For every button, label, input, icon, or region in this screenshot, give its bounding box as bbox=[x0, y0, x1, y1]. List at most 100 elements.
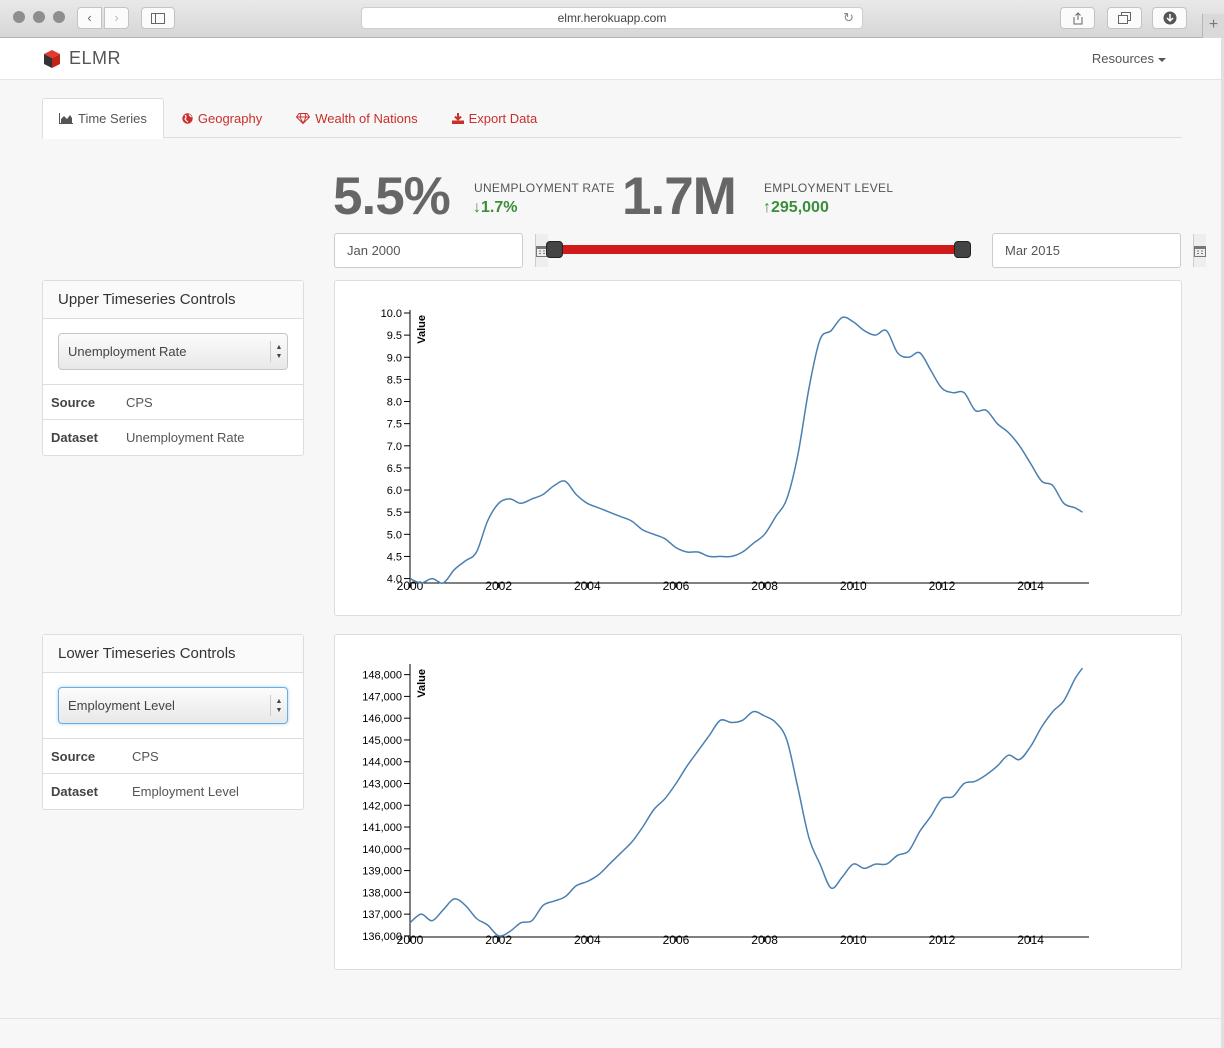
y-tick-label: 145,000 bbox=[362, 735, 402, 747]
x-tick-label: 2006 bbox=[663, 933, 690, 947]
cube-logo-icon bbox=[44, 49, 60, 68]
upper-controls-body: Unemployment Rate ▲ ▼ bbox=[43, 319, 303, 385]
dataset-key: Dataset bbox=[51, 784, 98, 799]
y-tick-label: 9.0 bbox=[387, 352, 402, 364]
upper-chart-card: 4.0 4.5 5.0 5.5 6.0 6.5 7.0 7.5 8.0 8.5 9.0 9.5 10.0… bbox=[334, 280, 1182, 616]
employment-level-value: 1.7M bbox=[622, 167, 737, 226]
chevron-right-icon: › bbox=[114, 10, 119, 25]
end-date-input[interactable] bbox=[993, 234, 1193, 267]
source-key: Source bbox=[51, 394, 96, 410]
upper-controls-panel: Upper Timeseries Controls Unemployment R… bbox=[42, 280, 304, 456]
x-tick-label: 2004 bbox=[574, 933, 601, 947]
share-button[interactable] bbox=[1060, 7, 1095, 29]
employment-level-label: EMPLOYMENT LEVEL bbox=[764, 181, 894, 195]
x-tick-label: 2008 bbox=[751, 579, 778, 593]
y-tick-label: 6.5 bbox=[387, 463, 402, 475]
tab-time-series[interactable]: Time Series bbox=[42, 98, 164, 139]
resources-dropdown[interactable]: Resources bbox=[1092, 51, 1166, 66]
date-range-slider[interactable] bbox=[554, 245, 962, 254]
y-tick-label: 9.5 bbox=[387, 330, 402, 342]
tabs-icon bbox=[1118, 12, 1131, 24]
unemployment-rate-value: 5.5% bbox=[333, 167, 451, 226]
y-tick-label: 7.0 bbox=[387, 441, 402, 453]
lower-controls-title: Lower Timeseries Controls bbox=[43, 635, 303, 673]
caret-down-icon bbox=[1158, 57, 1166, 62]
sidebar-toggle-button[interactable] bbox=[141, 7, 175, 29]
brand-link[interactable]: ELMR bbox=[43, 48, 121, 69]
tab-geography[interactable]: Geography bbox=[166, 98, 278, 138]
source-value: CPS bbox=[126, 394, 153, 410]
x-tick-label: 2012 bbox=[929, 579, 956, 593]
dataset-value: Unemployment Rate bbox=[126, 430, 245, 445]
select-arrows-icon: ▲ ▼ bbox=[270, 341, 287, 362]
lower-series-selected: Employment Level bbox=[68, 698, 175, 713]
y-tick-label: 8.5 bbox=[387, 374, 402, 386]
dataset-value: Employment Level bbox=[132, 784, 239, 799]
lower-controls-body: Employment Level ▲ ▼ bbox=[43, 673, 303, 739]
y-tick-label: 6.0 bbox=[387, 485, 402, 497]
sidebar-icon bbox=[151, 13, 165, 24]
x-tick-label: 2000 bbox=[397, 933, 424, 947]
x-tick-label: 2010 bbox=[840, 579, 867, 593]
slider-end-handle[interactable] bbox=[954, 241, 971, 258]
y-tick-label: 138,000 bbox=[362, 887, 402, 899]
address-bar[interactable]: elmr.herokuapp.com ↻ bbox=[361, 7, 863, 29]
tab-export-data[interactable]: Export Data bbox=[436, 98, 554, 138]
end-date-picker bbox=[992, 233, 1206, 268]
employment-change-value: 295,000 bbox=[771, 199, 829, 216]
minimize-window-button[interactable] bbox=[33, 11, 45, 23]
unemployment-rate-label: UNEMPLOYMENT RATE bbox=[474, 181, 615, 195]
y-tick-label: 139,000 bbox=[362, 866, 402, 878]
calendar-icon bbox=[1194, 245, 1206, 257]
y-tick-label: 144,000 bbox=[362, 757, 402, 769]
back-button[interactable]: ‹ bbox=[77, 7, 102, 29]
tabs-overview-button[interactable] bbox=[1107, 7, 1142, 29]
start-date-input[interactable] bbox=[335, 234, 535, 267]
globe-icon bbox=[182, 112, 193, 124]
x-tick-label: 2014 bbox=[1017, 933, 1044, 947]
new-tab-button[interactable]: + bbox=[1202, 14, 1224, 38]
lower-chart-card: 136,000 137,000 138,000 139,000 140,000 141,0… bbox=[334, 634, 1182, 970]
select-arrows-icon: ▲ ▼ bbox=[270, 695, 287, 716]
slider-start-handle[interactable] bbox=[546, 241, 563, 258]
footer-divider bbox=[0, 1018, 1221, 1019]
download-icon bbox=[451, 112, 464, 124]
forward-button[interactable]: › bbox=[104, 7, 129, 29]
tab-label: Time Series bbox=[78, 111, 147, 126]
y-tick-label: 141,000 bbox=[362, 822, 402, 834]
zoom-window-button[interactable] bbox=[53, 11, 65, 23]
y-tick-label: 10.0 bbox=[381, 308, 402, 320]
y-tick-label: 5.0 bbox=[387, 529, 402, 541]
dataset-key: Dataset bbox=[51, 430, 98, 445]
y-axis-label: Value bbox=[416, 315, 428, 344]
x-tick-label: 2002 bbox=[485, 933, 512, 947]
url-text: elmr.herokuapp.com bbox=[557, 11, 667, 25]
y-tick-label: 8.0 bbox=[387, 397, 402, 409]
tab-bar: Time Series Geography Wealth of Nations … bbox=[42, 98, 1182, 139]
source-value: CPS bbox=[132, 748, 159, 764]
series-line bbox=[409, 316, 1083, 584]
y-tick-label: 146,000 bbox=[362, 713, 402, 725]
y-tick-label: 4.5 bbox=[387, 551, 402, 563]
chevron-left-icon: ‹ bbox=[87, 10, 92, 25]
tab-label: Export Data bbox=[468, 110, 538, 126]
browser-toolbar: ‹ › elmr.herokuapp.com ↻ + bbox=[0, 0, 1224, 38]
y-tick-label: 140,000 bbox=[362, 844, 402, 856]
x-tick-label: 2000 bbox=[397, 579, 424, 593]
close-window-button[interactable] bbox=[13, 11, 25, 23]
y-tick-label: 148,000 bbox=[362, 670, 402, 682]
arrow-up-icon: ↑ bbox=[763, 199, 771, 216]
tab-wealth-of-nations[interactable]: Wealth of Nations bbox=[280, 98, 433, 138]
downloads-button[interactable] bbox=[1152, 7, 1187, 29]
tab-label: Geography bbox=[197, 110, 263, 126]
y-tick-label: 7.5 bbox=[387, 419, 402, 431]
lower-series-select[interactable]: Employment Level ▲ ▼ bbox=[58, 687, 288, 724]
end-date-calendar-button[interactable] bbox=[1193, 234, 1206, 267]
upper-series-select[interactable]: Unemployment Rate ▲ ▼ bbox=[58, 333, 288, 370]
upper-source-row: Source CPS bbox=[43, 385, 303, 420]
reload-icon[interactable]: ↻ bbox=[843, 8, 854, 28]
x-tick-label: 2012 bbox=[929, 933, 956, 947]
x-tick-label: 2008 bbox=[751, 933, 778, 947]
y-tick-label: 5.5 bbox=[387, 507, 402, 519]
tab-label: Wealth of Nations bbox=[315, 110, 418, 126]
